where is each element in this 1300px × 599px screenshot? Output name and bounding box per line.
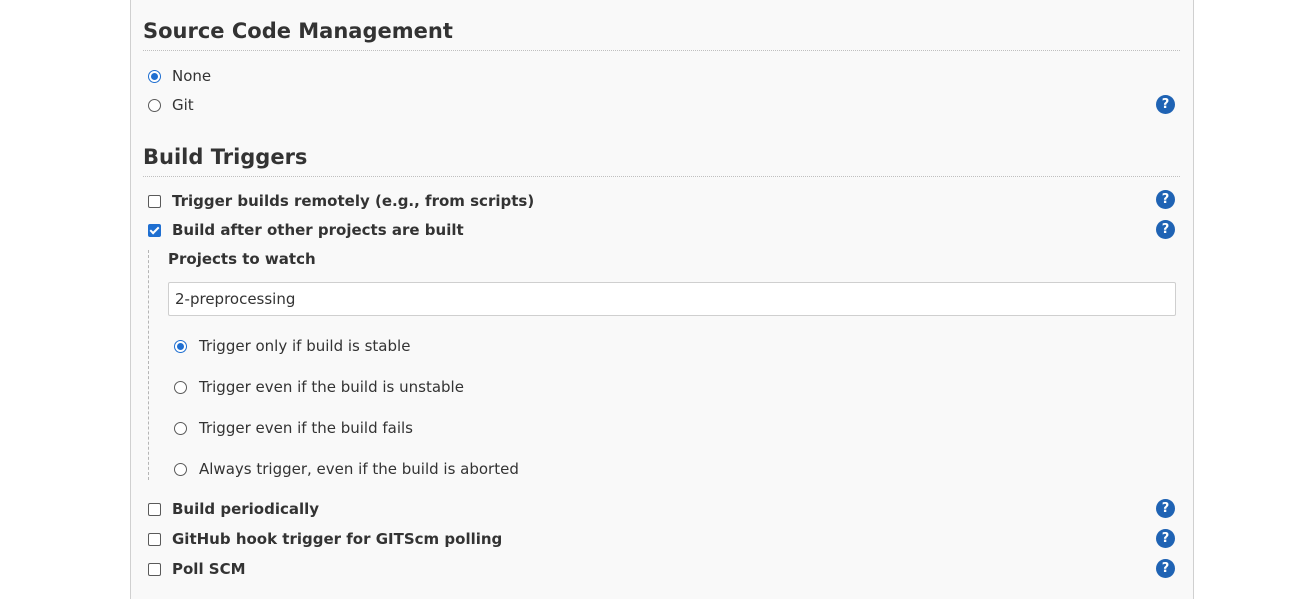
build-after-other-checkbox[interactable] xyxy=(148,223,161,237)
scm-git-label: Git xyxy=(172,96,194,114)
help-icon[interactable]: ? xyxy=(1156,529,1175,548)
help-icon[interactable]: ? xyxy=(1156,220,1175,239)
projects-to-watch-input[interactable] xyxy=(168,282,1176,316)
scm-none-label: None xyxy=(172,67,212,85)
trigger-condition-unstable[interactable]: Trigger even if the build is unstable xyxy=(174,376,464,398)
build-after-other-label: Build after other projects are built xyxy=(172,221,464,239)
poll-scm-option[interactable]: Poll SCM xyxy=(148,558,246,580)
build-after-other-option[interactable]: Build after other projects are built xyxy=(148,219,464,241)
trigger-aborted-radio[interactable] xyxy=(174,462,187,476)
trigger-fails-label: Trigger even if the build fails xyxy=(199,419,413,437)
trigger-aborted-label: Always trigger, even if the build is abo… xyxy=(199,460,519,478)
github-hook-label: GitHub hook trigger for GITScm polling xyxy=(172,530,503,548)
trigger-remotely-checkbox[interactable] xyxy=(148,194,161,208)
projects-to-watch-label: Projects to watch xyxy=(168,250,316,268)
trigger-stable-label: Trigger only if build is stable xyxy=(199,337,411,355)
trigger-stable-radio[interactable] xyxy=(174,339,187,353)
help-icon[interactable]: ? xyxy=(1156,559,1175,578)
build-periodically-label: Build periodically xyxy=(172,500,320,518)
scm-section-divider xyxy=(143,50,1180,51)
github-hook-checkbox[interactable] xyxy=(148,532,161,546)
help-icon[interactable]: ? xyxy=(1156,190,1175,209)
scm-option-git[interactable]: Git xyxy=(148,94,194,116)
poll-scm-checkbox[interactable] xyxy=(148,562,161,576)
trigger-fails-radio[interactable] xyxy=(174,421,187,435)
trigger-condition-aborted[interactable]: Always trigger, even if the build is abo… xyxy=(174,458,519,480)
scm-git-radio[interactable] xyxy=(148,98,161,112)
scm-section-title: Source Code Management xyxy=(143,19,453,43)
poll-scm-label: Poll SCM xyxy=(172,560,246,578)
help-icon[interactable]: ? xyxy=(1156,95,1175,114)
build-periodically-checkbox[interactable] xyxy=(148,502,161,516)
build-triggers-section-divider xyxy=(143,176,1180,177)
trigger-condition-fails[interactable]: Trigger even if the build fails xyxy=(174,417,413,439)
trigger-unstable-radio[interactable] xyxy=(174,380,187,394)
trigger-remotely-option[interactable]: Trigger builds remotely (e.g., from scri… xyxy=(148,190,534,212)
job-config-panel: Source Code Management None Git ? Build … xyxy=(130,0,1194,599)
scm-none-radio[interactable] xyxy=(148,69,161,83)
trigger-unstable-label: Trigger even if the build is unstable xyxy=(199,378,464,396)
build-periodically-option[interactable]: Build periodically xyxy=(148,498,319,520)
nested-config-guide xyxy=(148,250,149,480)
github-hook-option[interactable]: GitHub hook trigger for GITScm polling xyxy=(148,528,502,550)
trigger-remotely-label: Trigger builds remotely (e.g., from scri… xyxy=(172,192,535,210)
help-icon[interactable]: ? xyxy=(1156,499,1175,518)
scm-option-none[interactable]: None xyxy=(148,65,211,87)
build-triggers-section-title: Build Triggers xyxy=(143,145,308,169)
trigger-condition-stable[interactable]: Trigger only if build is stable xyxy=(174,335,410,357)
